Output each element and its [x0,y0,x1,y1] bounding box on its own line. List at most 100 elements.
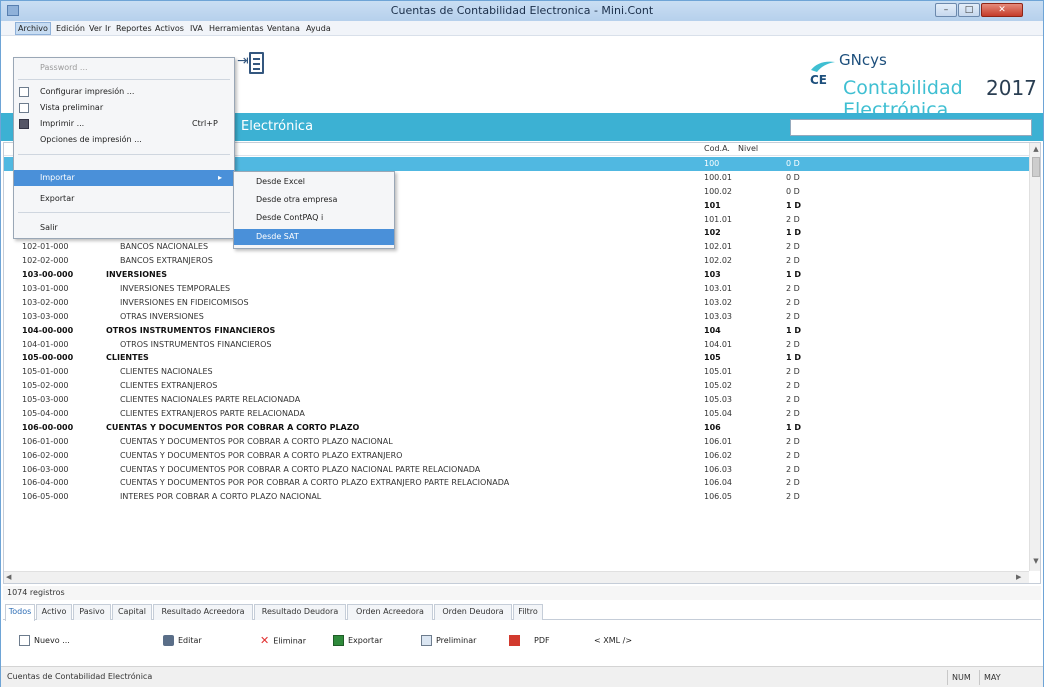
menu-herramientas[interactable]: Herramientas [207,22,266,35]
menu-item-import[interactable]: Importar ▸ [14,170,234,186]
menu-archivo[interactable]: Archivo [15,22,51,35]
account-code: 106-03-000 [22,464,69,474]
menu-reportes[interactable]: Reportes [114,22,154,35]
submenu-item-excel[interactable]: Desde Excel [234,174,394,190]
account-cod-a: 102.01 [704,242,732,252]
menu-item-exit[interactable]: Salir [14,220,234,236]
account-level: 2 D [786,256,800,266]
account-cod-a: 106 [704,422,721,432]
table-row[interactable]: 106-02-000 CUENTAS Y DOCUMENTOS POR COBRA… [4,449,1029,463]
scroll-up-icon[interactable]: ▲ [1030,145,1040,155]
table-row[interactable]: 103-01-000 INVERSIONES TEMPORALES 103.01 2 … [4,282,1029,296]
tab-orden-acreedora[interactable]: Orden Acreedora [347,604,433,620]
menu-edicion[interactable]: Edición [54,22,87,35]
new-label: Nuevo ... [34,636,70,645]
account-description: BANCOS EXTRANJEROS [120,256,213,266]
submenu-item-otra-empresa[interactable]: Desde otra empresa [234,192,394,208]
scroll-right-icon[interactable]: ▶ [1016,573,1021,581]
maximize-button[interactable]: □ [958,3,980,17]
menu-item-print[interactable]: Imprimir ... Ctrl+P [14,116,234,132]
table-row[interactable]: 105-00-000 CLIENTES 105 1 D [4,351,1029,365]
menu-ventana[interactable]: Ventana [265,22,302,35]
account-level: 2 D [786,214,800,224]
table-row[interactable]: 103-02-000 INVERSIONES EN FIDEICOMISOS 103… [4,296,1029,310]
brand-ce: CE [810,73,828,87]
delete-icon: ✕ [260,634,270,647]
delete-button[interactable]: ✕ Eliminar [260,633,306,649]
account-code: 106-02-000 [22,450,69,460]
menu-iva[interactable]: IVA [188,22,205,35]
print-label: Imprimir ... [40,119,85,128]
tab-todos[interactable]: Todos [5,604,35,621]
account-level: 2 D [786,284,800,294]
table-row[interactable]: 106-01-000 CUENTAS Y DOCUMENTOS POR COBRA… [4,435,1029,449]
menu-item-print-options[interactable]: Opciones de impresión ... [14,132,234,148]
scroll-thumb[interactable] [1032,157,1040,177]
table-row[interactable]: 103-00-000 INVERSIONES 103 1 D [4,268,1029,282]
edit-icon [163,635,174,646]
tab-capital[interactable]: Capital [112,604,152,620]
table-row[interactable]: 106-03-000 CUENTAS Y DOCUMENTOS POR COBRA… [4,463,1029,477]
tab-resultado-acreedora[interactable]: Resultado Acreedora [153,604,253,620]
export-button[interactable]: Exportar [333,633,382,649]
menu-item-print-setup[interactable]: Configurar impresión ... [14,84,234,100]
submenu-item-sat[interactable]: Desde SAT [234,229,394,245]
account-code: 103-01-000 [22,284,69,294]
account-description: CUENTAS Y DOCUMENTOS POR COBRAR A CORTO … [120,450,403,460]
menu-activos[interactable]: Activos [153,22,186,35]
table-row[interactable]: 106-04-000 CUENTAS Y DOCUMENTOS POR POR C… [4,476,1029,490]
tab-orden-deudora[interactable]: Orden Deudora [434,604,512,620]
table-row[interactable]: 105-02-000 CLIENTES EXTRANJEROS 105.02 2 D [4,379,1029,393]
menu-item-password[interactable]: Password ... [14,60,234,76]
status-bar: Cuentas de Contabilidad Electrónica NUM … [1,666,1043,687]
menu-ver[interactable]: Ver [87,22,104,35]
account-level: 1 D [786,228,801,238]
scroll-down-icon[interactable]: ▼ [1030,557,1040,567]
xml-button[interactable]: < XML /> [594,633,632,649]
account-code: 105-02-000 [22,381,69,391]
pdf-button[interactable]: PDF [509,633,550,649]
column-header-cod-a[interactable]: Cod.A. [704,144,730,153]
table-row[interactable]: 105-03-000 CLIENTES NACIONALES PARTE RELA… [4,393,1029,407]
tab-resultado-deudora[interactable]: Resultado Deudora [254,604,346,620]
account-level: 2 D [786,492,800,502]
account-cod-a: 104.01 [704,339,732,349]
account-description: CLIENTES EXTRANJEROS [120,381,218,391]
table-row[interactable]: 102-01-000 BANCOS NACIONALES 102.01 2 D [4,240,1029,254]
table-row[interactable]: 104-01-000 OTROS INSTRUMENTOS FINANCIEROS… [4,338,1029,352]
account-cod-a: 104 [704,325,721,335]
table-row[interactable]: 106-05-000 INTERES POR COBRAR A CORTO PLA… [4,490,1029,504]
print-preview-label: Vista preliminar [40,103,104,112]
account-cod-a: 103.03 [704,311,732,321]
status-text: Cuentas de Contabilidad Electrónica [7,672,153,681]
vertical-scrollbar[interactable]: ▲ ▼ [1029,143,1040,571]
close-button[interactable]: ✕ [981,3,1023,17]
scroll-left-icon[interactable]: ◀ [6,573,11,581]
column-header-nivel[interactable]: Nivel [738,144,758,153]
archivo-menu: Password ... Configurar impresión ... Vi… [13,57,235,239]
title-bar[interactable]: Cuentas de Contabilidad Electronica - Mi… [1,1,1043,21]
tab-activo[interactable]: Activo [36,604,72,620]
account-cod-a: 103.01 [704,284,732,294]
new-button[interactable]: Nuevo ... [19,633,70,649]
account-description: INTERES POR COBRAR A CORTO PLAZO NACIONA… [120,492,322,502]
account-cod-a: 105.01 [704,367,732,377]
table-row[interactable]: 105-01-000 CLIENTES NACIONALES 105.01 2 D [4,365,1029,379]
minimize-button[interactable]: – [935,3,957,17]
tab-filtro[interactable]: Filtro [513,604,543,620]
menu-ayuda[interactable]: Ayuda [304,22,333,35]
horizontal-scrollbar[interactable]: ◀ ▶ [4,571,1029,583]
menu-ir[interactable]: Ir [103,22,113,35]
preview-button[interactable]: Preliminar [421,633,476,649]
edit-button[interactable]: Editar [163,633,202,649]
table-row[interactable]: 104-00-000 OTROS INSTRUMENTOS FINANCIEROS… [4,324,1029,338]
menu-item-export[interactable]: Exportar [14,191,234,207]
menu-item-print-preview[interactable]: Vista preliminar [14,100,234,116]
table-row[interactable]: 105-04-000 CLIENTES EXTRANJEROS PARTE REL… [4,407,1029,421]
table-row[interactable]: 102-02-000 BANCOS EXTRANJEROS 102.02 2 D [4,254,1029,268]
table-row[interactable]: 103-03-000 OTRAS INVERSIONES 103.03 2 D [4,310,1029,324]
search-input[interactable] [790,119,1032,136]
submenu-item-contpaq[interactable]: Desde ContPAQ i [234,210,394,226]
table-row[interactable]: 106-00-000 CUENTAS Y DOCUMENTOS POR COBRA… [4,421,1029,435]
tab-pasivo[interactable]: Pasivo [73,604,111,620]
